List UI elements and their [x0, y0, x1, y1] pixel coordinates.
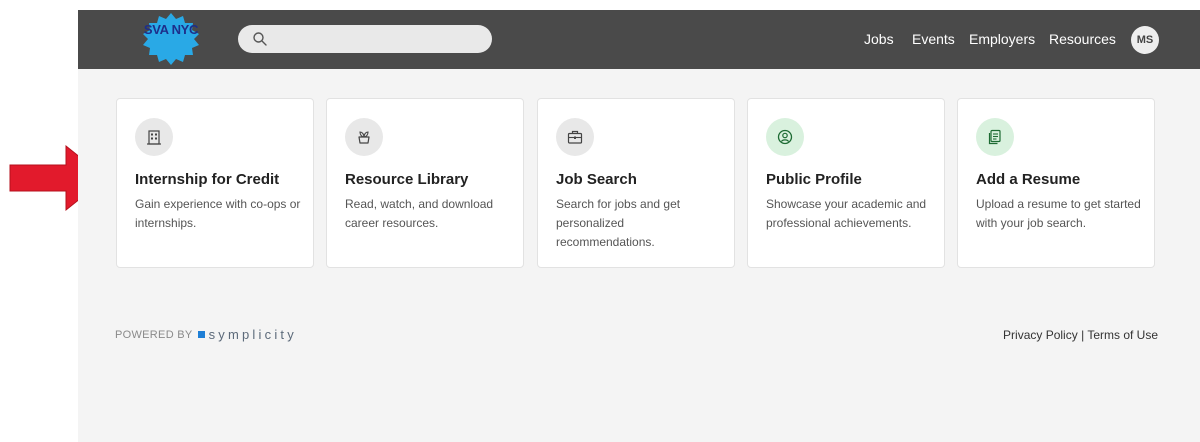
card-job-search[interactable]: Job Search Search for jobs and get perso…	[537, 98, 735, 268]
logo-text: SVA NYC	[143, 22, 199, 37]
card-title: Internship for Credit	[135, 171, 280, 188]
symplicity-brand: symplicity	[208, 327, 297, 342]
card-icon-container	[135, 118, 173, 156]
nav-jobs[interactable]: Jobs	[864, 31, 894, 47]
card-description: Gain experience with co-ops or internshi…	[135, 197, 301, 230]
card-description: Showcase your academic and professional …	[766, 197, 927, 230]
logo-badge-icon	[143, 13, 199, 65]
sva-nyc-logo[interactable]: SVA NYC	[142, 12, 200, 66]
symplicity-square-icon	[197, 331, 205, 338]
card-public-profile[interactable]: Public Profile Showcase your academic an…	[747, 98, 945, 268]
plant-icon	[358, 131, 370, 144]
footer-legal-links: Privacy Policy | Terms of Use	[1003, 328, 1158, 342]
top-navigation-bar: SVA NYC Jobs Events Employers Resources …	[78, 10, 1200, 69]
user-avatar[interactable]: MS	[1131, 26, 1159, 54]
privacy-policy-link[interactable]: Privacy Policy	[1003, 328, 1078, 342]
nav-employers[interactable]: Employers	[969, 31, 1035, 47]
card-add-a-resume[interactable]: Add a Resume Upload a resume to get star…	[957, 98, 1155, 268]
card-icon-container	[976, 118, 1014, 156]
nav-events[interactable]: Events	[912, 31, 955, 47]
document-icon	[988, 129, 1001, 145]
card-description: Search for jobs and get personalized rec…	[556, 197, 681, 249]
profile-icon	[777, 129, 793, 145]
powered-by-label: POWERED BY	[115, 328, 193, 341]
search-icon	[253, 32, 267, 46]
card-icon-container	[345, 118, 383, 156]
card-icon-container	[766, 118, 804, 156]
briefcase-icon	[567, 130, 583, 144]
nav-resources[interactable]: Resources	[1049, 31, 1116, 47]
card-title: Job Search	[556, 171, 637, 188]
card-internship-for-credit[interactable]: Internship for Credit Gain experience wi…	[116, 98, 314, 268]
card-description: Read, watch, and download career resourc…	[345, 197, 494, 230]
building-icon	[147, 130, 161, 145]
card-resource-library[interactable]: Resource Library Read, watch, and downlo…	[326, 98, 524, 268]
card-title: Resource Library	[345, 171, 469, 188]
search-bar[interactable]	[238, 25, 492, 53]
powered-by-symplicity[interactable]: POWERED BY symplicity	[115, 327, 297, 342]
page: SVA NYC Jobs Events Employers Resources …	[78, 10, 1200, 442]
card-title: Add a Resume	[976, 171, 1081, 188]
legal-separator: |	[1081, 328, 1085, 342]
card-icon-container	[556, 118, 594, 156]
card-title: Public Profile	[766, 171, 862, 188]
search-input[interactable]	[276, 29, 480, 51]
card-description: Upload a resume to get started with your…	[976, 197, 1141, 230]
terms-of-use-link[interactable]: Terms of Use	[1087, 328, 1158, 342]
